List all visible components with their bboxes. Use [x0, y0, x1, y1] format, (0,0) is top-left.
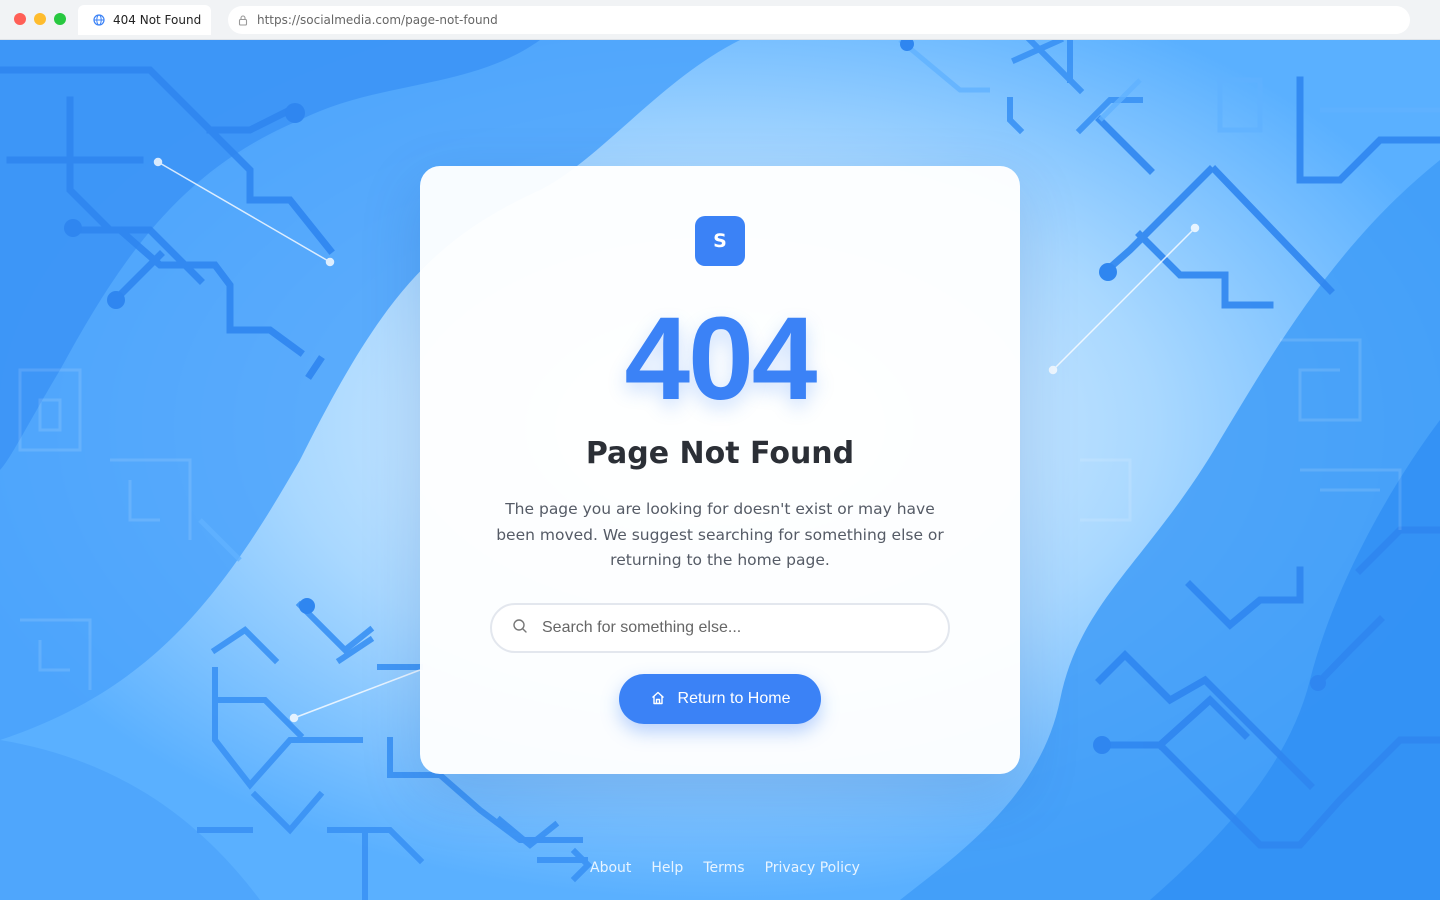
tab-title: 404 Not Found — [113, 13, 202, 27]
search-icon — [512, 618, 528, 638]
browser-chrome: 404 Not Found https://socialmedia.com/pa… — [0, 0, 1440, 40]
maximize-window-button[interactable] — [54, 13, 66, 25]
error-description: The page you are looking for doesn't exi… — [496, 500, 944, 569]
home-icon — [650, 690, 666, 709]
minimize-window-button[interactable] — [34, 13, 46, 25]
window-controls — [14, 13, 66, 25]
error-code: 404 — [624, 293, 818, 425]
error-card: S 404 Page Not Found The page you are lo… — [420, 166, 1020, 774]
globe-icon — [93, 11, 105, 30]
close-window-button[interactable] — [14, 13, 26, 25]
lock-icon — [238, 11, 248, 30]
address-bar[interactable]: https://socialmedia.com/page-not-found — [228, 6, 1410, 34]
page-title: Page Not Found — [585, 436, 855, 471]
return-home-button[interactable]: Return to Home — [619, 674, 821, 724]
return-home-label: Return to Home — [677, 690, 791, 707]
search-input[interactable] — [542, 619, 922, 637]
footer-link-terms[interactable]: Terms — [703, 860, 744, 876]
app-logo[interactable]: S — [695, 216, 745, 266]
browser-tab[interactable]: 404 Not Found — [78, 5, 211, 35]
url-text: https://socialmedia.com/page-not-found — [257, 13, 498, 27]
footer-link-about[interactable]: About — [590, 860, 631, 876]
footer-links: About Help Terms Privacy Policy — [590, 860, 860, 876]
search-box[interactable] — [490, 603, 950, 653]
footer-link-privacy[interactable]: Privacy Policy — [765, 860, 860, 876]
footer-link-help[interactable]: Help — [651, 860, 683, 876]
